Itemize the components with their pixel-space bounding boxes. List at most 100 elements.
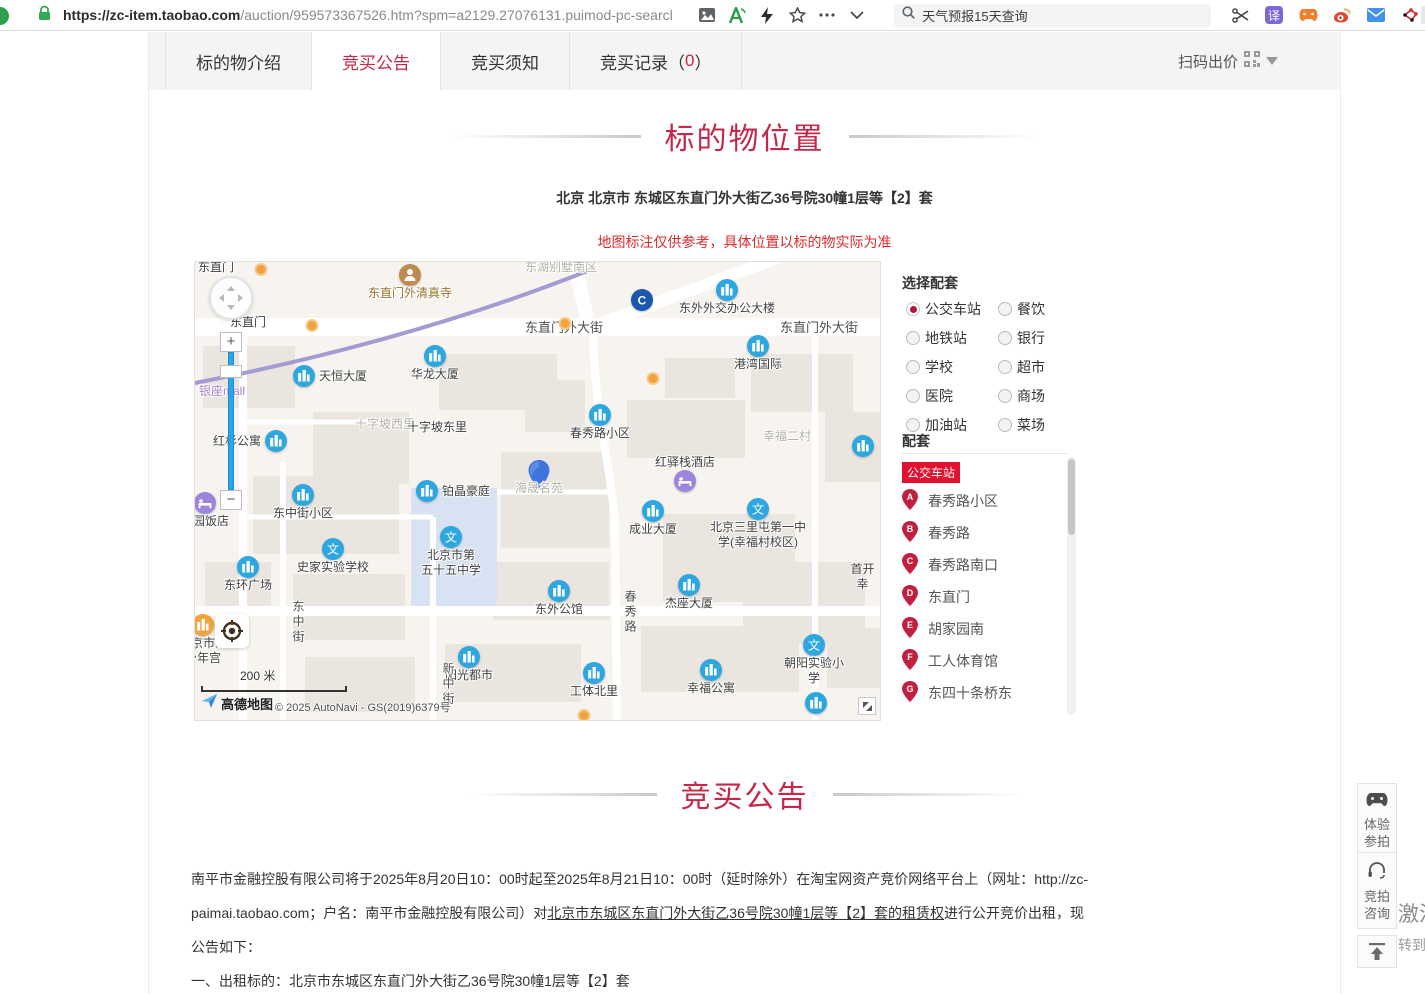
poi-label: 春秀路小区 <box>570 426 630 441</box>
amap-logo: 高德地图 <box>201 692 273 714</box>
bus-stop-item[interactable]: B春秀路 <box>902 517 1062 549</box>
amap-map[interactable]: 东直门东直门外清真寺东直门银座mall天恒大厦华龙大厦十字坡西里十字坡东里红杉公… <box>194 261 881 721</box>
zoom-in-button[interactable]: + <box>220 332 242 352</box>
radio-icon <box>906 331 920 345</box>
map-attribution: © 2025 AutoNavi - GS(2019)6379号 <box>275 699 451 715</box>
map-poi <box>559 317 572 330</box>
poi-label: 铂晶豪庭 <box>442 484 490 499</box>
bus-stop-name: 胡家园南 <box>928 619 984 639</box>
svg-text:C: C <box>907 556 914 566</box>
svg-text:F: F <box>907 652 913 662</box>
facility-radio-option[interactable]: 公交车站 <box>906 299 998 319</box>
translate-icon[interactable]: 译 <box>1259 3 1289 27</box>
map-poi: C <box>631 289 653 311</box>
compass-control[interactable] <box>209 276 253 320</box>
bus-stop-name: 工人体育馆 <box>928 651 998 671</box>
bus-stop-pin-icon: C <box>902 553 918 577</box>
facility-radio-option[interactable]: 医院 <box>906 386 998 406</box>
more-icon[interactable] <box>812 3 842 27</box>
bus-stop-item[interactable]: A春秀路小区 <box>902 485 1062 517</box>
map-poi: 文北京市第 五十五中学 <box>421 526 481 578</box>
bus-stop-item[interactable]: G东四十条桥东 <box>902 677 1062 709</box>
bus-stop-item[interactable]: D东直门 <box>902 581 1062 613</box>
experience-bid-button[interactable]: 体验参拍 <box>1357 783 1397 857</box>
announcement-title: 竞买公告 <box>681 772 809 816</box>
announcement-section-title: 竞买公告 <box>149 772 1340 816</box>
lock-icon[interactable] <box>38 5 51 26</box>
title-decor-line <box>467 793 657 796</box>
building-icon <box>747 335 769 357</box>
tab-bid-records[interactable]: 竞买记录（0） <box>570 32 742 90</box>
facility-radio-label: 医院 <box>925 386 953 406</box>
poi-label: 东环广场 <box>224 578 272 593</box>
property-address: 北京 北京市 东城区东直门外大街乙36号院30幢1层等【2】套 <box>149 188 1340 208</box>
back-to-top-button[interactable] <box>1357 935 1397 968</box>
mail-icon[interactable] <box>1361 3 1391 27</box>
building-icon <box>805 692 827 714</box>
address-bar[interactable]: https://zc-item.taobao.com/auction/95957… <box>63 7 692 23</box>
building-icon <box>424 345 446 367</box>
game-icon[interactable] <box>1293 3 1323 27</box>
map-poi: 十字坡西里 <box>355 417 415 432</box>
radio-icon <box>906 418 920 432</box>
bus-stop-item[interactable]: E 胡家园南 <box>902 613 1062 645</box>
picture-icon[interactable] <box>692 3 722 27</box>
poi-label: 北京三里屯第一中 学(幸福村校区) <box>710 520 806 550</box>
poi-dot-icon <box>578 709 591 721</box>
svg-text:文: 文 <box>327 542 339 557</box>
bus-stops-list: A春秀路小区B春秀路C春秀路南口D东直门 E 胡家园南 F 工人体育馆 G东四十条桥东 <box>902 485 1062 709</box>
facility-radio-option[interactable]: 菜场 <box>998 415 1090 435</box>
map-poi: 十字坡东里 <box>407 420 467 435</box>
divider <box>902 453 1067 454</box>
poi-dot-icon <box>559 317 572 330</box>
bus-stop-item[interactable]: F 工人体育馆 <box>902 645 1062 677</box>
bus-stop-item[interactable]: C春秀路南口 <box>902 549 1062 581</box>
building-icon <box>265 430 287 452</box>
building-icon <box>548 580 570 602</box>
stops-scrollbar[interactable] <box>1067 457 1076 715</box>
facility-radio-option[interactable]: 学校 <box>906 357 998 377</box>
facility-radio-option[interactable]: 超市 <box>998 357 1090 377</box>
fullscreen-control[interactable] <box>858 697 876 715</box>
page-title: 标的物位置 <box>665 114 825 158</box>
svg-text:D: D <box>907 588 914 598</box>
scan-to-bid-button[interactable]: 扫码出价 <box>1178 32 1278 90</box>
building-icon <box>589 404 611 426</box>
facilities-panel: 选择配套 公交车站餐饮地铁站银行学校超市医院商场加油站菜场 配套 公交车站 A春… <box>881 261 1081 721</box>
extension-icon[interactable] <box>0 7 9 25</box>
reader-mode-icon[interactable] <box>722 3 752 27</box>
auction-consult-button[interactable]: 竞拍咨询 <box>1357 852 1397 929</box>
map-poi: 东中街 <box>275 600 320 645</box>
poi-label: 东湖别墅南区 <box>525 261 597 275</box>
streetview-locate-control[interactable] <box>215 614 249 648</box>
tab-announcement[interactable]: 竞买公告 <box>312 32 441 90</box>
poi-dot-icon <box>647 372 660 385</box>
scissors-icon[interactable] <box>1225 3 1255 27</box>
property-link[interactable]: 北京市东城区东直门外大街乙36号院30幢1层等【2】套的租赁权 <box>547 905 944 921</box>
scrollbar-thumb[interactable] <box>1068 459 1075 535</box>
poi-label: 杰座大厦 <box>665 596 713 611</box>
flash-icon[interactable] <box>752 3 782 27</box>
bus-stop-pin-icon: E <box>902 617 918 641</box>
school-icon: 文 <box>440 526 462 548</box>
facility-radio-option[interactable]: 地铁站 <box>906 328 998 348</box>
facility-radio-option[interactable]: 商场 <box>998 386 1090 406</box>
weibo-icon[interactable] <box>1327 3 1357 27</box>
building-icon <box>852 435 874 457</box>
tab-bar: 标的物介绍 竞买公告 竞买须知 竞买记录（0） 扫码出价 <box>149 32 1340 90</box>
map-poi: 东直门 <box>198 261 234 275</box>
poi-label: 十字坡西里 <box>355 417 415 432</box>
search-input[interactable]: 天气预报15天查询 <box>894 4 1211 27</box>
map-poi: 文北京三里屯第一中 学(幸福村校区) <box>710 498 806 550</box>
star-icon[interactable] <box>782 3 812 27</box>
zoom-out-button[interactable]: − <box>220 490 242 510</box>
facility-radio-option[interactable]: 银行 <box>998 328 1090 348</box>
tab-notice[interactable]: 竞买须知 <box>441 32 570 90</box>
tab-item-intro[interactable]: 标的物介绍 <box>165 32 312 90</box>
zoom-slider-thumb[interactable] <box>220 365 242 378</box>
bus-stop-pin-icon: F <box>902 649 918 673</box>
radio-icon <box>906 302 920 316</box>
facility-list-title: 配套 <box>902 431 930 451</box>
chevron-down-icon[interactable] <box>842 3 872 27</box>
facility-radio-option[interactable]: 餐饮 <box>998 299 1090 319</box>
